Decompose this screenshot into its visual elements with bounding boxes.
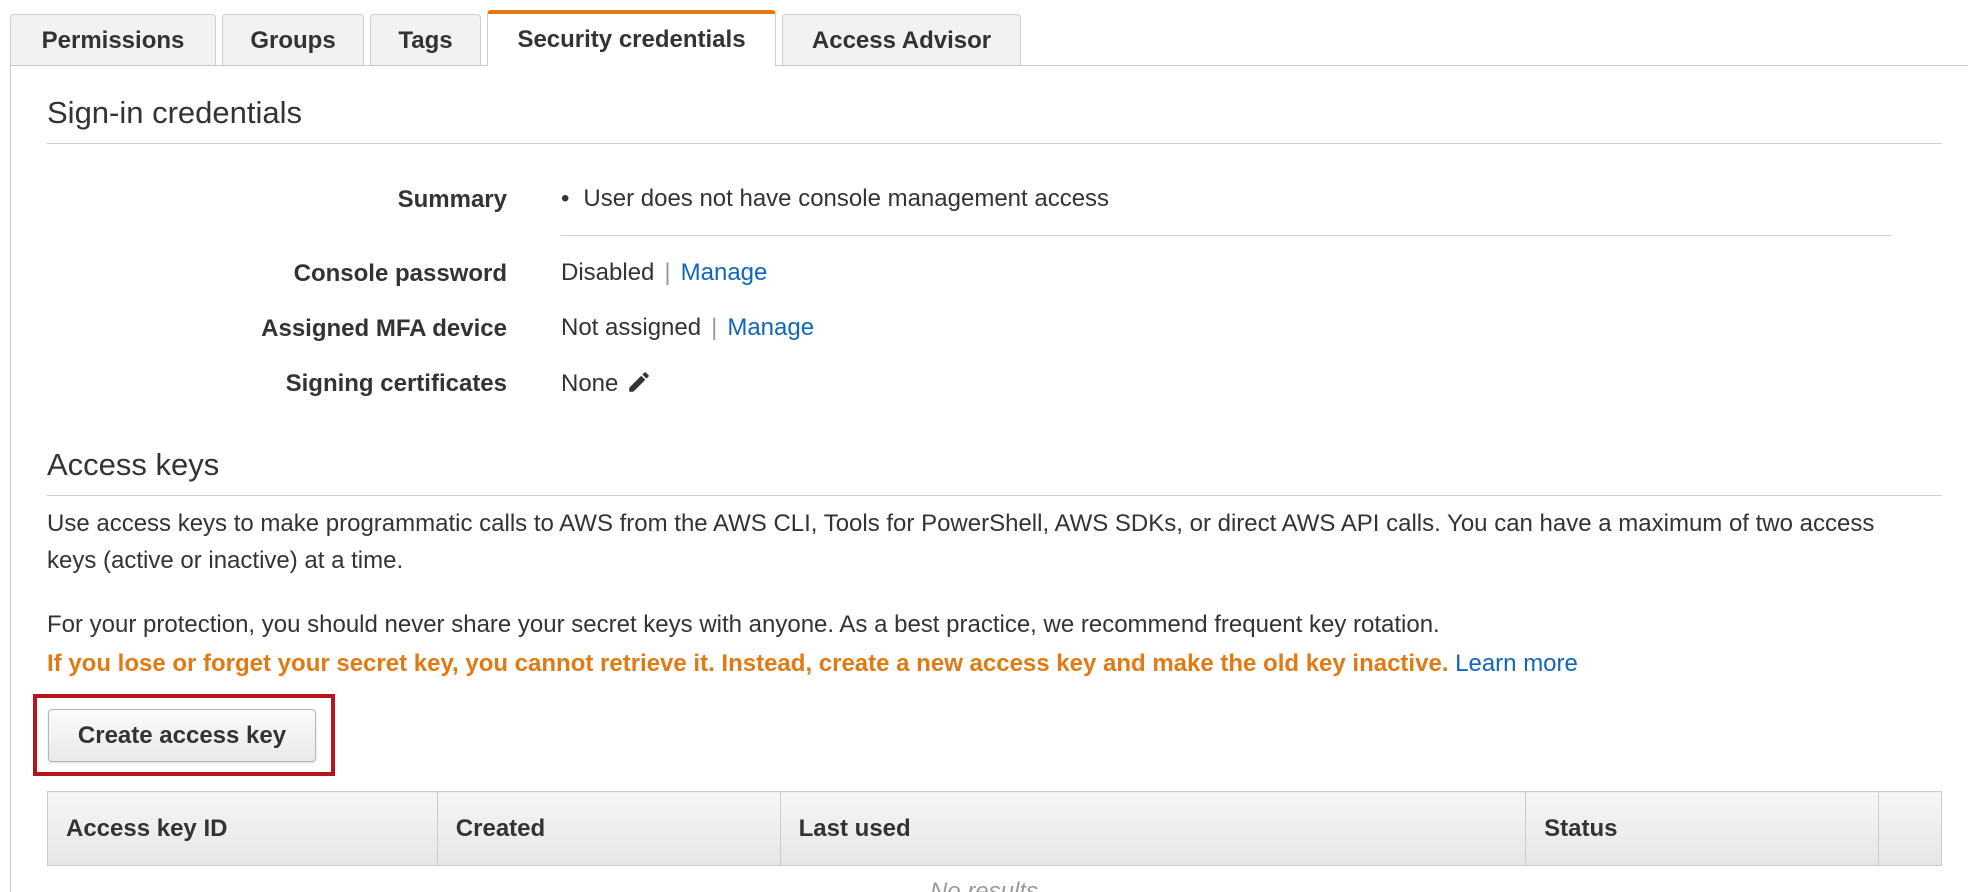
mfa-status: Not assigned	[561, 314, 702, 341]
mfa-manage-link[interactable]: Manage	[727, 314, 814, 341]
tab-access-advisor[interactable]: Access Advisor	[782, 14, 1021, 66]
secret-key-warning: If you lose or forget your secret key, y…	[47, 650, 1449, 677]
signing-certificates-status: None	[561, 370, 619, 397]
column-header-status[interactable]: Status	[1525, 791, 1879, 866]
column-header-created[interactable]: Created	[436, 791, 781, 866]
tab-groups[interactable]: Groups	[222, 14, 364, 66]
bullet-icon: •	[561, 185, 570, 212]
pencil-icon[interactable]	[626, 369, 652, 395]
summary-divider	[561, 235, 1891, 236]
table-header-row: Access key ID Created Last used Status	[47, 791, 1943, 866]
signin-section-title: Sign-in credentials	[47, 95, 303, 130]
signin-section-divider	[47, 143, 1942, 144]
tab-tags[interactable]: Tags	[370, 14, 481, 66]
access-keys-description: Use access keys to make programmatic cal…	[47, 510, 1875, 574]
panel-border	[10, 65, 11, 892]
console-password-status: Disabled	[561, 259, 655, 286]
signing-certificates-row: Signing certificates None	[47, 364, 1927, 404]
mfa-value: Not assigned | Manage	[561, 314, 814, 342]
access-keys-table: Access key ID Created Last used Status	[47, 791, 1943, 866]
console-password-row: Console password Disabled | Manage	[47, 254, 1927, 294]
create-access-key-button[interactable]: Create access key	[48, 709, 316, 762]
mfa-label: Assigned MFA device	[261, 315, 507, 342]
console-password-manage-link[interactable]: Manage	[681, 259, 768, 286]
summary-row: Summary • User does not have console mana…	[47, 180, 1927, 220]
column-header-access-key-id[interactable]: Access key ID	[47, 791, 438, 866]
no-results-text: No results	[929, 878, 1039, 892]
warning-paragraph: If you lose or forget your secret key, y…	[47, 645, 1927, 682]
tab-bar: Permissions Groups Tags Security credent…	[10, 10, 1027, 66]
iam-user-page: Permissions Groups Tags Security credent…	[0, 0, 1968, 892]
tab-label: Permissions	[41, 26, 185, 54]
mfa-row: Assigned MFA device Not assigned | Manage	[47, 309, 1927, 349]
console-password-label: Console password	[293, 260, 507, 287]
tab-label: Security credentials	[517, 26, 746, 53]
tab-label: Access Advisor	[811, 26, 992, 54]
signing-certificates-label: Signing certificates	[285, 370, 507, 397]
summary-text: User does not have console management ac…	[583, 185, 1110, 212]
column-header-actions	[1877, 791, 1943, 866]
separator: |	[711, 314, 718, 341]
console-password-value: Disabled | Manage	[561, 259, 767, 287]
access-keys-section-divider	[47, 495, 1942, 496]
tab-label: Tags	[398, 26, 453, 54]
access-keys-section-title: Access keys	[47, 447, 220, 482]
tab-security-credentials[interactable]: Security credentials	[487, 10, 776, 66]
column-header-last-used[interactable]: Last used	[779, 791, 1527, 866]
tab-permissions[interactable]: Permissions	[10, 14, 216, 66]
signing-certificates-value: None	[561, 369, 652, 398]
tab-divider	[10, 65, 1968, 66]
separator: |	[664, 259, 671, 286]
protection-note: For your protection, you should never sh…	[47, 611, 1440, 638]
summary-label: Summary	[397, 186, 507, 213]
learn-more-link[interactable]: Learn more	[1455, 650, 1578, 677]
tab-label: Groups	[250, 26, 336, 54]
summary-value: • User does not have console management a…	[561, 185, 1109, 213]
